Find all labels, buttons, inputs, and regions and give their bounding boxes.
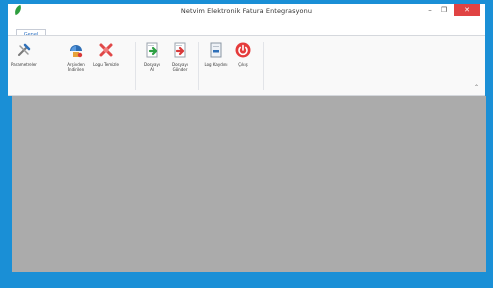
dosyayi-gonder-label: Dosyayı Gönder	[172, 62, 188, 72]
cikis-button[interactable]: Çıkış	[227, 41, 259, 67]
close-button[interactable]: ✕	[454, 4, 480, 16]
clear-log-icon	[99, 43, 113, 57]
maximize-button[interactable]: ❐	[438, 4, 450, 16]
archive-download-icon	[70, 45, 83, 58]
tools-icon	[18, 43, 31, 56]
minimize-button[interactable]: –	[424, 4, 436, 16]
file-send-icon	[174, 42, 186, 58]
ribbon-group-separator	[198, 42, 199, 90]
ribbon-tab-bar: Genel	[8, 20, 485, 40]
arsivden-indirilen-button[interactable]: Arşivden İndirilen	[60, 41, 92, 72]
cikis-label: Çıkış	[238, 62, 248, 67]
dosyayi-gonder-button[interactable]: Dosyayı Gönder	[164, 41, 196, 72]
window-title: Netvim Elektronik Fatura Entegrasyonu	[180, 7, 313, 15]
parametreler-label: Parametreler	[11, 62, 37, 67]
file-import-icon	[146, 42, 158, 58]
log-record-icon	[210, 42, 222, 58]
parametreler-button[interactable]: Parametreler	[8, 41, 40, 67]
title-bar[interactable]: Netvim Elektronik Fatura Entegrasyonu – …	[8, 4, 485, 20]
arsivden-indirilen-label: Arşivden İndirilen	[67, 62, 85, 72]
logu-temizle-button[interactable]: Logu Temizle	[90, 41, 122, 67]
ribbon-group-separator	[263, 42, 264, 90]
ribbon-collapse-icon[interactable]: ⌃	[474, 84, 479, 91]
power-icon	[235, 42, 251, 58]
main-content-area	[12, 96, 486, 272]
ribbon-panel: Parametreler Arşivden İndirilen Logu Tem…	[8, 35, 485, 96]
app-window: Netvim Elektronik Fatura Entegrasyonu – …	[0, 0, 493, 288]
logu-temizle-label: Logu Temizle	[93, 62, 119, 67]
